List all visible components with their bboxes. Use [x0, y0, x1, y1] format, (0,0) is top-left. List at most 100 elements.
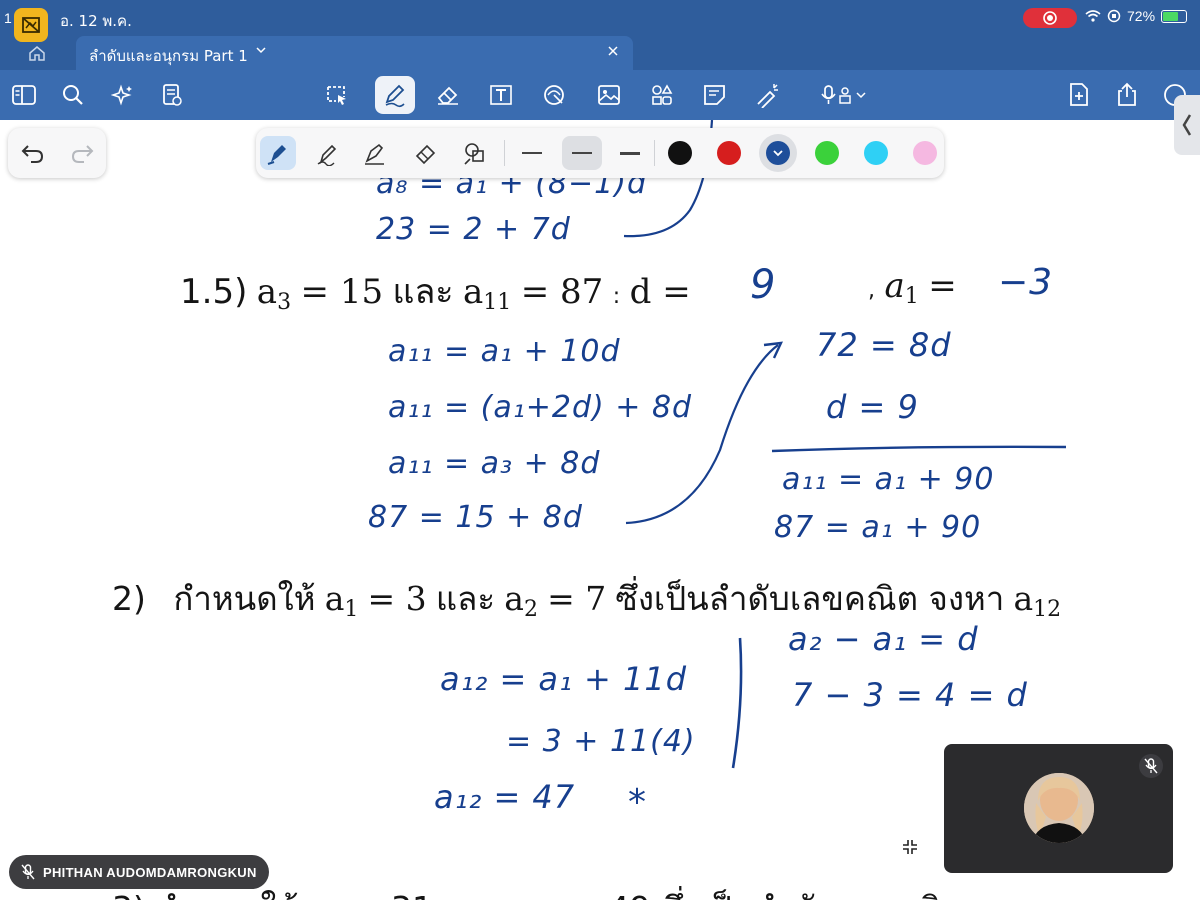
chevron-down-icon[interactable] — [256, 46, 266, 54]
highlighter-button[interactable] — [408, 136, 444, 170]
stroke-thin-button[interactable] — [514, 136, 550, 170]
hw-15-right4: 87 = a₁ + 90 — [774, 510, 982, 545]
elements-button[interactable] — [647, 80, 677, 110]
hw-2-right2: 7 − 3 = 4 = d — [792, 676, 1028, 714]
status-right: 72% — [1085, 8, 1188, 24]
close-tab-icon[interactable] — [607, 45, 619, 57]
lasso-button[interactable] — [322, 80, 352, 110]
ink-arrow-1-5 — [625, 344, 779, 525]
hw-2-line1: a₁₂ = a₁ + 11d — [440, 660, 688, 698]
undo-redo-bar — [8, 128, 106, 178]
color-swatch[interactable] — [717, 141, 741, 165]
sidebar-handle[interactable] — [1174, 95, 1200, 155]
color-swatch[interactable] — [815, 141, 839, 165]
color-swatch[interactable] — [766, 141, 790, 165]
status-time: 1 — [4, 10, 12, 26]
participant-muted-indicator — [1139, 754, 1163, 778]
share-icon — [1118, 82, 1136, 106]
color-swatch[interactable] — [913, 141, 937, 165]
mic-off-icon — [1144, 758, 1158, 774]
search-button[interactable] — [58, 80, 88, 110]
participant-video-tile[interactable] — [944, 744, 1173, 873]
fountain-pen-button[interactable] — [260, 136, 296, 170]
ink-vertical-bar — [731, 637, 743, 769]
text-icon — [490, 85, 512, 105]
sidebar-button[interactable] — [9, 80, 39, 110]
pen-tool-button[interactable] — [375, 76, 415, 114]
audio-recording-button[interactable] — [817, 80, 873, 110]
status-bar: 1 อ. 12 พ.ค. 72% — [0, 0, 1200, 36]
color-swatch[interactable] — [864, 141, 888, 165]
hw-fragment-line2: 23 = 2 + 7d — [376, 212, 571, 247]
hw-answer-a1: −3 — [998, 262, 1054, 303]
record-icon — [1043, 11, 1057, 25]
mic-icon — [821, 85, 866, 104]
stroke-medium-icon — [572, 151, 592, 155]
stroke-thick-icon — [620, 151, 640, 155]
laser-pointer-button[interactable] — [753, 80, 783, 110]
divider — [654, 140, 655, 166]
app-logo-icon[interactable] — [14, 8, 48, 42]
redo-icon[interactable] — [68, 141, 96, 165]
chevron-down-icon — [773, 150, 783, 157]
stroke-thick-button[interactable] — [612, 136, 648, 170]
stroke-medium-button[interactable] — [562, 136, 602, 170]
home-button[interactable] — [24, 42, 50, 64]
document-tab[interactable]: ลำดับและอนุกรม Part 1 — [76, 36, 633, 70]
battery-percent: 72% — [1127, 8, 1156, 24]
avatar-image — [1024, 773, 1094, 843]
eraser-icon — [437, 86, 458, 105]
hw-15-line4: 87 = 15 + 8d — [368, 500, 583, 535]
add-page-button[interactable] — [1064, 80, 1094, 110]
ai-button[interactable] — [108, 80, 138, 110]
brush-pen-button[interactable] — [357, 136, 393, 170]
undo-icon[interactable] — [19, 141, 47, 165]
color-swatch[interactable] — [668, 141, 692, 165]
pages-button[interactable] — [157, 80, 187, 110]
hw-2-line3: a₁₂ = 47 — [434, 778, 576, 816]
question-1-5: 1.5) a3 = 15 และ a11 = 87 : d = — [180, 272, 691, 315]
minimize-video-icon[interactable] — [901, 838, 919, 856]
hw-15-line3: a₁₁ = a₃ + 8d — [388, 446, 601, 481]
image-icon — [598, 85, 620, 105]
mic-off-icon — [21, 864, 35, 880]
shapes-icon — [544, 85, 564, 105]
hw-15-right1: 72 = 8d — [816, 326, 952, 364]
fountain-pen-icon — [267, 145, 286, 165]
status-date: อ. 12 พ.ค. — [60, 12, 132, 30]
sidebar-icon — [12, 85, 36, 105]
lasso-icon — [327, 86, 346, 105]
text-box-button[interactable] — [486, 80, 516, 110]
orientation-lock-icon — [1107, 9, 1121, 23]
home-icon — [29, 46, 45, 61]
wifi-icon — [1085, 10, 1101, 22]
shape-pen-button[interactable] — [457, 136, 493, 170]
hw-2-line2: = 3 + 11(4) — [506, 724, 696, 759]
divider — [504, 140, 505, 166]
sticky-note-button[interactable] — [700, 80, 730, 110]
laser-pointer-icon — [757, 84, 778, 108]
brush-pen-icon — [365, 143, 384, 165]
participant-avatar — [1024, 773, 1094, 843]
highlighter-icon — [415, 144, 436, 165]
hw-2-right1: a₂ − a₁ = d — [788, 620, 979, 658]
share-button[interactable] — [1112, 80, 1142, 110]
page-list-icon — [163, 84, 182, 106]
screen-record-indicator[interactable] — [1023, 8, 1077, 28]
tab-bar: ลำดับและอนุกรม Part 1 — [0, 36, 1200, 70]
ball-pen-button[interactable] — [310, 136, 346, 170]
participant-name: PHITHAN AUDOMDAMRONGKUN — [43, 864, 257, 880]
elements-icon — [652, 84, 673, 105]
hw-answer-d: 9 — [750, 262, 777, 308]
question-1-5-a1: , a1 = — [868, 266, 957, 309]
toolbar — [0, 70, 1200, 120]
hw-2-star: * — [628, 782, 647, 823]
hw-15-right3: a₁₁ = a₁ + 90 — [782, 462, 995, 497]
image-button[interactable] — [594, 80, 624, 110]
hw-15-line1: a₁₁ = a₁ + 10d — [388, 334, 621, 369]
add-page-icon — [1070, 83, 1088, 106]
chevron-left-icon — [1182, 114, 1192, 136]
eraser-button[interactable] — [433, 80, 463, 110]
battery-level — [1163, 11, 1179, 21]
shapes-button[interactable] — [540, 80, 570, 110]
